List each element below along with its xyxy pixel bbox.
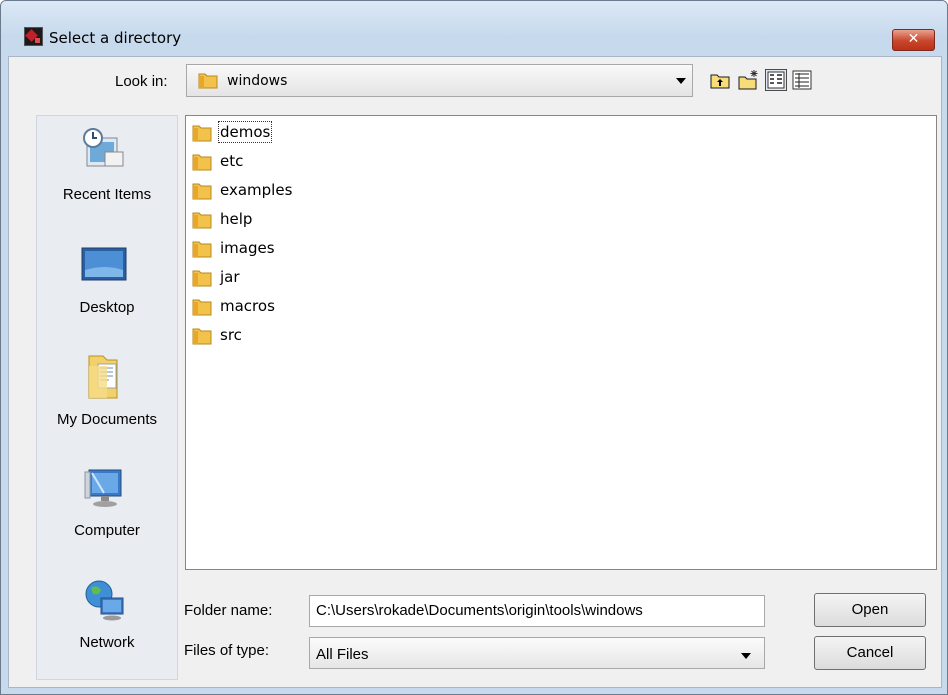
look-in-combo[interactable]: windows (186, 64, 693, 97)
folder-name: examples (220, 181, 293, 199)
folder-name-label: Folder name: (184, 602, 273, 619)
place-label: Network (79, 634, 135, 651)
folder-name: jar (220, 268, 240, 286)
folder-icon (192, 125, 212, 142)
dialog-body: Look in: windows Recent Items Desktop My… (8, 56, 942, 688)
close-button[interactable]: ✕ (892, 29, 935, 51)
folder-icon (198, 73, 218, 89)
dialog-title: Select a directory (49, 29, 182, 47)
folder-icon (192, 328, 212, 345)
computer-icon (84, 469, 122, 507)
network-icon (85, 580, 124, 621)
details-view-icon[interactable] (791, 69, 813, 91)
folder-icon (192, 270, 212, 287)
folder-name-input[interactable]: C:\Users\rokade\Documents\origin\tools\w… (309, 595, 765, 627)
list-view-icon[interactable] (765, 69, 787, 91)
place-label: Computer (74, 522, 140, 539)
folder-name: src (220, 326, 242, 344)
files-of-type-label: Files of type: (184, 642, 270, 659)
place-label: Recent Items (62, 186, 152, 203)
folder-name: demos (217, 121, 273, 143)
folder-name: etc (220, 152, 244, 170)
folder-icon (192, 241, 212, 258)
folder-icon (192, 183, 212, 200)
folder-name: help (220, 210, 253, 228)
folder-icon (192, 154, 212, 171)
place-label: My Documents (56, 411, 158, 428)
look-in-value: windows (227, 73, 288, 89)
files-of-type-value: All Files (316, 646, 369, 663)
open-button[interactable]: Open (814, 593, 926, 627)
file-list[interactable]: demos etc examples help images jar macro… (185, 115, 937, 570)
folder-icon (192, 299, 212, 316)
chevron-down-icon[interactable] (676, 78, 686, 84)
up-folder-icon[interactable] (709, 69, 731, 91)
folder-name-value: C:\Users\rokade\Documents\origin\tools\w… (316, 602, 643, 619)
folder-name: macros (220, 297, 275, 315)
new-folder-icon[interactable] (737, 69, 759, 91)
desktop-icon (81, 247, 127, 281)
chevron-down-icon[interactable] (741, 653, 751, 659)
places-bar: Recent Items Desktop My Documents Comput… (36, 115, 178, 680)
folder-icon (192, 212, 212, 229)
cancel-button[interactable]: Cancel (814, 636, 926, 670)
files-of-type-select[interactable]: All Files (309, 637, 765, 669)
place-label: Desktop (79, 299, 135, 316)
recent-items-icon (83, 128, 124, 167)
app-icon (24, 27, 43, 46)
my-documents-icon (88, 355, 118, 399)
folder-name: images (220, 239, 275, 257)
look-in-label: Look in: (115, 73, 168, 90)
